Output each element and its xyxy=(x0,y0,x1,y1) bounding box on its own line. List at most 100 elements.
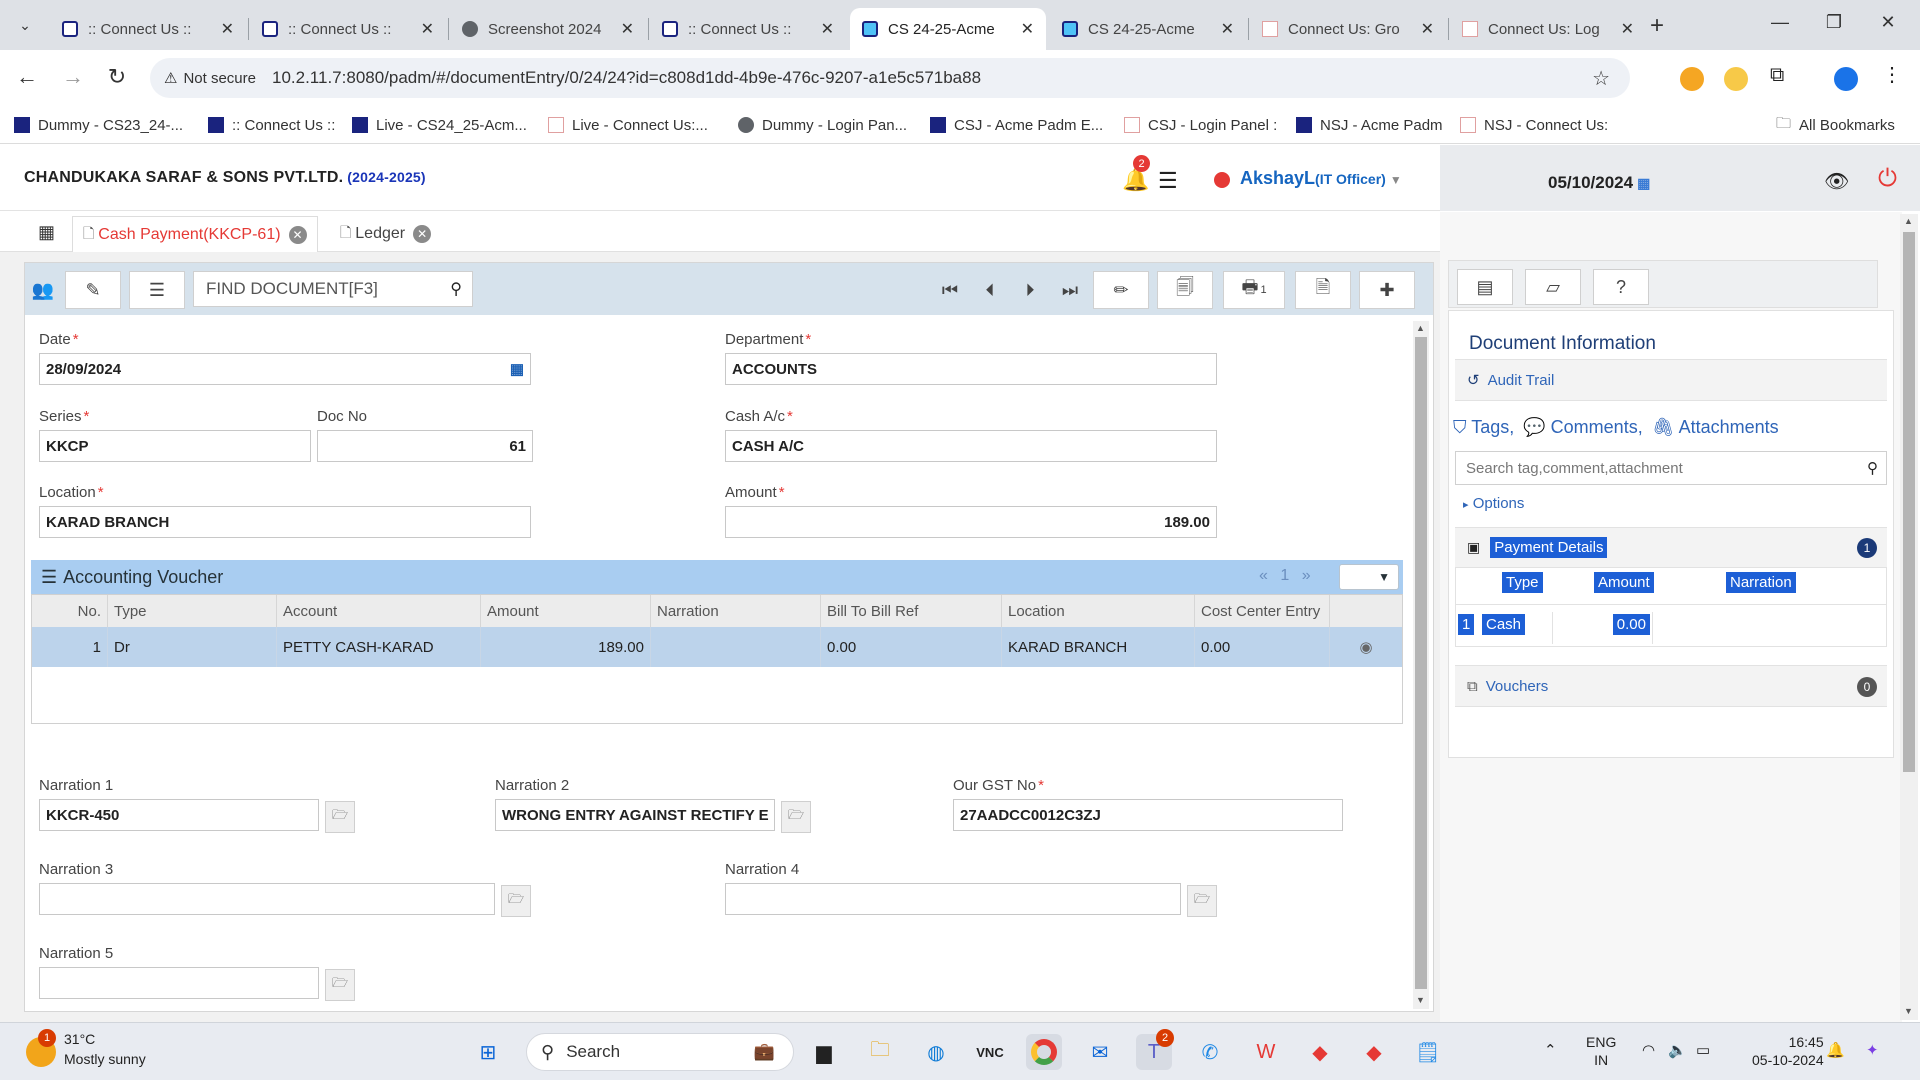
tab-close-icon[interactable]: ✕ xyxy=(821,19,834,39)
back-icon[interactable]: ← xyxy=(12,64,42,90)
add-new-icon[interactable]: ✚ xyxy=(1359,271,1415,309)
tab-close-icon[interactable]: ✕ xyxy=(421,19,434,39)
minimize-icon[interactable]: — xyxy=(1760,12,1800,33)
edit-pencil-icon[interactable]: ✏ xyxy=(1093,271,1149,309)
page-size-select[interactable]: ▼ xyxy=(1339,564,1399,590)
bookmark-item[interactable]: CSJ - Login Panel : xyxy=(1124,114,1277,136)
options-toggle[interactable]: ▸ Options xyxy=(1463,495,1524,512)
cancel-document-icon[interactable]: 🗐 xyxy=(1157,271,1213,309)
browser-tab-8[interactable]: Connect Us: Log ✕ xyxy=(1450,8,1646,50)
narration2-field[interactable]: WRONG ENTRY AGAINST RECTIFY E xyxy=(495,799,775,831)
temperature[interactable]: 31°C xyxy=(64,1031,95,1047)
gst-field[interactable]: 27AADCC0012C3ZJ xyxy=(953,799,1343,831)
wps-icon[interactable]: W xyxy=(1248,1034,1284,1070)
language-indicator[interactable]: ENG IN xyxy=(1586,1033,1616,1069)
audit-trail-link[interactable]: ↺ Audit Trail xyxy=(1455,359,1887,401)
bookmark-item[interactable]: Dummy - Login Pan... xyxy=(738,114,907,136)
browser-menu-icon[interactable]: ⋮ xyxy=(1882,62,1902,87)
bookmark-item[interactable]: Dummy - CS23_24-... xyxy=(14,114,183,136)
bookmark-item[interactable]: Live - CS24_25-Acm... xyxy=(352,114,527,136)
location-field[interactable]: KARAD BRANCH xyxy=(39,506,531,538)
tab-search-dropdown-icon[interactable]: ⌄ xyxy=(12,12,38,38)
page-number[interactable]: 1 xyxy=(1280,567,1289,584)
report-icon[interactable]: 🗎 xyxy=(1295,271,1351,309)
phone-link-icon[interactable]: ✆ xyxy=(1192,1034,1228,1070)
wifi-icon[interactable]: ◠ xyxy=(1642,1041,1655,1059)
notepad-icon[interactable]: 🗒 xyxy=(1410,1034,1446,1070)
folder-open-icon[interactable]: 🗁 xyxy=(501,885,531,917)
users-icon[interactable]: 👥 xyxy=(27,271,59,309)
tab-close-icon[interactable]: ✕ xyxy=(1021,19,1034,39)
form-scrollbar[interactable]: ▲ ▼ xyxy=(1413,321,1429,1009)
department-field[interactable]: ACCOUNTS xyxy=(725,353,1217,385)
vouchers-section[interactable]: ⧉ Vouchers 0 xyxy=(1455,665,1887,707)
folder-open-icon[interactable]: 🗁 xyxy=(1187,885,1217,917)
edit-note-icon[interactable]: ✎ xyxy=(65,271,121,309)
find-document-input[interactable]: FIND DOCUMENT[F3] ⚲ xyxy=(193,271,473,307)
apps-grid-icon[interactable]: ▦ xyxy=(38,222,55,243)
battery-icon[interactable]: ▭ xyxy=(1696,1041,1710,1059)
book-icon[interactable]: ▱ xyxy=(1525,269,1581,305)
extension-icon[interactable] xyxy=(1724,67,1748,91)
eye-slash-icon[interactable]: 👁 xyxy=(1824,169,1849,194)
scrollbar-thumb[interactable] xyxy=(1415,337,1427,989)
tray-chevron-up-icon[interactable]: ⌃ xyxy=(1544,1041,1557,1059)
folder-open-icon[interactable]: 🗁 xyxy=(325,801,355,833)
forward-icon[interactable]: → xyxy=(58,64,88,90)
eye-icon[interactable]: ◉ xyxy=(1330,627,1402,667)
tab-close-icon[interactable]: ✕ xyxy=(1421,19,1434,39)
user-menu[interactable]: AkshayL(IT Officer) ▼ xyxy=(1240,168,1402,189)
narration3-field[interactable] xyxy=(39,883,495,915)
file-explorer-icon[interactable]: 🗀 xyxy=(862,1034,898,1070)
task-view-icon[interactable]: ▆ xyxy=(806,1034,842,1070)
outlook-icon[interactable]: ✉ xyxy=(1082,1034,1118,1070)
taskbar-clock[interactable]: 16:45 05-10-2024 xyxy=(1752,1033,1824,1069)
taskbar-search[interactable]: ⚲ Search 💼 xyxy=(526,1033,794,1071)
reload-icon[interactable]: ↻ xyxy=(102,64,132,90)
page-next[interactable]: » xyxy=(1302,567,1311,584)
security-label[interactable]: Not secure xyxy=(183,70,256,87)
edge-icon[interactable]: ◍ xyxy=(918,1034,954,1070)
browser-tab-4[interactable]: :: Connect Us :: ✕ xyxy=(650,8,846,50)
scroll-up-icon[interactable]: ▲ xyxy=(1416,323,1425,333)
amount-field[interactable]: 189.00 xyxy=(725,506,1217,538)
weather-condition[interactable]: Mostly sunny xyxy=(64,1051,146,1067)
tags-link[interactable]: Tags, xyxy=(1471,417,1514,437)
bookmark-item[interactable]: :: Connect Us :: xyxy=(208,114,335,136)
extension-icon[interactable] xyxy=(1680,67,1704,91)
address-bar[interactable]: ⚠ Not secure 10.2.11.7:8080/padm/#/docum… xyxy=(150,58,1630,98)
profile-avatar-icon[interactable] xyxy=(1834,67,1858,91)
narration4-field[interactable] xyxy=(725,883,1181,915)
date-field[interactable]: 28/09/2024 ▦ xyxy=(39,353,531,385)
notification-bell-icon[interactable]: 🔔 xyxy=(1826,1041,1845,1059)
next-record-icon[interactable]: ⏵ xyxy=(1015,271,1045,309)
folder-open-icon[interactable]: 🗁 xyxy=(325,969,355,1001)
previous-record-icon[interactable]: ⏴ xyxy=(975,271,1005,309)
comments-link[interactable]: Comments, xyxy=(1551,417,1643,437)
tab-close-icon[interactable]: ✕ xyxy=(221,19,234,39)
browser-tab-5-active[interactable]: CS 24-25-Acme ✕ xyxy=(850,8,1046,50)
scrollbar-thumb[interactable] xyxy=(1903,232,1915,772)
payment-details-header[interactable]: ▣ Payment Details 1 xyxy=(1455,527,1887,567)
table-row[interactable]: 1 Dr PETTY CASH-KARAD 189.00 0.00 KARAD … xyxy=(32,627,1402,667)
tab-ledger[interactable]: 🗋 Ledger ✕ xyxy=(330,216,441,252)
page-prev[interactable]: « xyxy=(1259,567,1268,584)
scroll-down-icon[interactable]: ▼ xyxy=(1416,995,1425,1005)
narration1-field[interactable]: KKCR-450 xyxy=(39,799,319,831)
cash-ac-field[interactable]: CASH A/C xyxy=(725,430,1217,462)
list-view-icon[interactable]: ☰ xyxy=(129,271,185,309)
help-icon[interactable]: ? xyxy=(1593,269,1649,305)
bookmark-item[interactable]: CSJ - Acme Padm E... xyxy=(930,114,1103,136)
all-bookmarks[interactable]: 🗀 All Bookmarks xyxy=(1776,114,1895,136)
bookmark-item[interactable]: NSJ - Connect Us: xyxy=(1460,114,1608,136)
extensions-puzzle-icon[interactable]: ⧉ xyxy=(1770,64,1784,87)
browser-tab-2[interactable]: :: Connect Us :: ✕ xyxy=(250,8,446,50)
browser-tab-3[interactable]: Screenshot 2024 ✕ xyxy=(450,8,646,50)
last-record-icon[interactable]: ⏭ xyxy=(1055,271,1085,309)
tag-search-input[interactable]: Search tag,comment,attachment ⚲ xyxy=(1455,451,1887,485)
vnc-icon[interactable]: VNC xyxy=(972,1034,1008,1070)
tab-close-icon[interactable]: ✕ xyxy=(1621,19,1634,39)
bookmark-item[interactable]: NSJ - Acme Padm xyxy=(1296,114,1443,136)
tab-close-icon[interactable]: ✕ xyxy=(413,225,432,243)
new-tab-icon[interactable]: + xyxy=(1650,12,1664,40)
